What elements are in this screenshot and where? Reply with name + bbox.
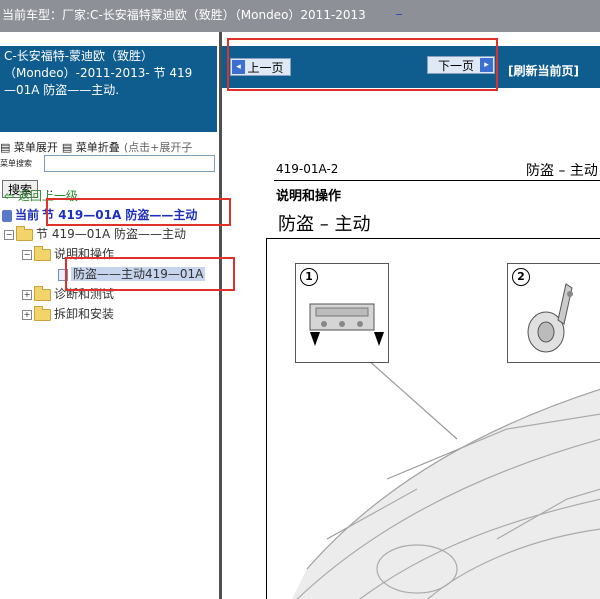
- menu-header-line: （Mondeo）-2011-2013- 节 419: [4, 66, 193, 80]
- monitor-icon: [2, 209, 12, 222]
- vehicle-bar: 当前车型：厂家:C-长安福特蒙迪欧（致胜）（Mondeo）2011-2013: [0, 0, 600, 32]
- collapse-icon[interactable]: −: [4, 229, 14, 240]
- search-label: 菜单搜索: [0, 159, 32, 168]
- vehicle-text: 当前车型：厂家:C-长安福特蒙迪欧（致胜）（Mondeo）2011-2013: [2, 6, 366, 23]
- vehicle-link[interactable]: [396, 8, 402, 15]
- back-arrow-icon: ⇦: [4, 189, 15, 203]
- doc-figure: 1 2: [266, 238, 600, 599]
- doc-subtitle: 说明和操作: [276, 189, 342, 204]
- content-panel: ◂ 上一页 下一页 ▸ [刷新当前页] 419-01A-2 防盗 – 主动 说明和操…: [222, 32, 600, 599]
- vehicle-name: 厂家:C-长安福特蒙迪欧（致胜）（Mondeo）2011-2013: [62, 8, 366, 22]
- expand-icon[interactable]: +: [22, 289, 32, 300]
- expand-icon: ▤: [0, 141, 11, 154]
- callout-box-2: 2: [507, 263, 600, 363]
- sensor-module-icon: [309, 303, 384, 346]
- collapse-icon: ▤: [61, 141, 73, 154]
- current-prefix: 当前: [15, 208, 40, 222]
- highlight-nav-buttons: [227, 38, 498, 91]
- search-row: 菜单搜索: [0, 155, 215, 172]
- document-page: 419-01A-2 防盗 – 主动 说明和操作 防盗 – 主动 1 2: [266, 154, 600, 599]
- vehicle-label: 当前车型：: [2, 8, 63, 22]
- menu-hint: (点击+展开子: [123, 141, 193, 154]
- horn-icon: [527, 283, 573, 353]
- doc-divider: [274, 180, 600, 181]
- menu-collapse-label: 菜单折叠: [75, 141, 120, 154]
- doc-title: 防盗 – 主动: [278, 214, 371, 235]
- tree-root-label: 节 419—01A 防盗——主动: [36, 227, 187, 241]
- folder-open-icon: [34, 245, 51, 261]
- menu-toggles: ▤ 菜单展开 ▤ 菜单折叠 (点击+展开子: [0, 139, 192, 155]
- menu-panel: C-长安福特-蒙迪欧（致胜） （Mondeo）-2011-2013- 节 419…: [0, 32, 219, 599]
- folder-icon: [34, 285, 51, 301]
- callout-box-1: 1: [295, 263, 389, 363]
- folder-icon: [34, 305, 51, 321]
- menu-header-line: —01A 防盗——主动.: [4, 83, 120, 97]
- search-input[interactable]: [44, 155, 215, 172]
- tree-root[interactable]: − 节 419—01A 防盗——主动: [4, 225, 186, 242]
- menu-expand-button[interactable]: ▤ 菜单展开: [0, 139, 58, 155]
- tree-item-label: 拆卸和安装: [54, 307, 115, 321]
- highlight-current-section: [46, 198, 231, 226]
- menu-expand-label: 菜单展开: [13, 141, 58, 154]
- folder-open-icon: [16, 225, 33, 241]
- menu-collapse-button[interactable]: ▤ 菜单折叠: [62, 139, 120, 155]
- menu-header-line: C-长安福特-蒙迪欧（致胜）: [4, 49, 154, 63]
- collapse-icon[interactable]: −: [22, 249, 32, 260]
- doc-section-code: 419-01A-2: [276, 162, 339, 176]
- refresh-link[interactable]: [刷新当前页]: [508, 62, 579, 79]
- expand-icon[interactable]: +: [22, 309, 32, 320]
- tree-item[interactable]: + 拆卸和安装: [22, 305, 114, 322]
- highlight-selected-item: [65, 257, 235, 291]
- menu-header: C-长安福特-蒙迪欧（致胜） （Mondeo）-2011-2013- 节 419…: [0, 46, 217, 132]
- doc-header-title: 防盗 – 主动: [526, 163, 598, 179]
